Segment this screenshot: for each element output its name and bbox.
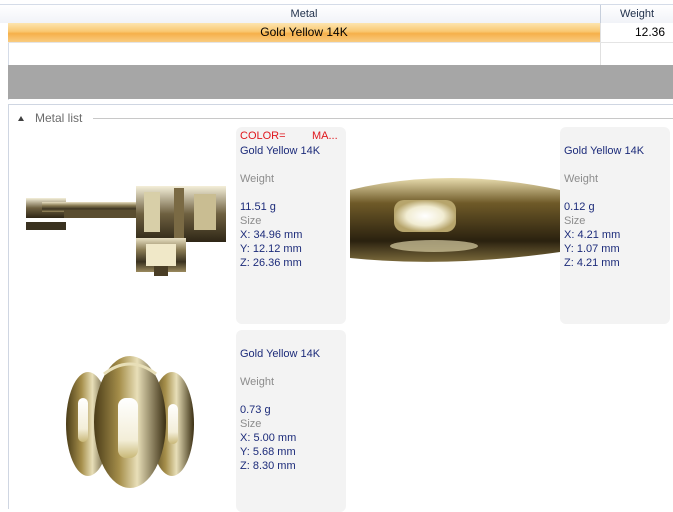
material-label: MA... [312, 130, 338, 142]
weight-label: Weight [240, 173, 275, 185]
weight-value: 0.12 g [564, 201, 595, 213]
size-y: Y: 5.68 mm [240, 446, 296, 458]
weight-value: 0.73 g [240, 404, 271, 416]
cell-weight[interactable]: 12.36 [601, 23, 673, 42]
cell-metal[interactable]: Gold Yellow 14K [8, 23, 601, 42]
color-label: COLOR= [240, 130, 286, 142]
weight-value: 11.51 g [240, 201, 276, 213]
mechanical-clasp-part-image[interactable] [24, 182, 238, 278]
gold-bead-image[interactable] [60, 352, 200, 496]
column-header-weight[interactable]: Weight [601, 5, 673, 23]
gold-band-segment-image[interactable] [348, 168, 562, 264]
section-divider [93, 118, 673, 119]
metal-card-info[interactable]: Gold Yellow 14K Weight 0.12 g Size X: 4.… [560, 127, 670, 324]
weight-label: Weight [240, 376, 275, 388]
grid-header: Metal Weight [0, 4, 673, 24]
metal-card-info[interactable]: COLOR= MA... Gold Yellow 14K Weight 11.5… [236, 127, 346, 324]
section-header[interactable]: Metal list [9, 111, 673, 125]
size-label: Size [240, 418, 262, 430]
size-label: Size [240, 215, 262, 227]
column-separator [600, 43, 601, 65]
metal-name: Gold Yellow 14K [240, 145, 321, 157]
metal-grid: Metal Weight Gold Yellow 14K 12.36 [0, 0, 673, 100]
size-y: Y: 12.12 mm [240, 243, 302, 255]
weight-label: Weight [564, 173, 599, 185]
table-row[interactable]: Gold Yellow 14K 12.36 [8, 23, 673, 42]
metal-name: Gold Yellow 14K [564, 145, 645, 157]
new-row[interactable] [8, 42, 673, 65]
metal-name: Gold Yellow 14K [240, 348, 321, 360]
size-x: X: 34.96 mm [240, 229, 303, 241]
size-z: Z: 8.30 mm [240, 460, 296, 472]
column-header-metal[interactable]: Metal [8, 5, 601, 23]
size-x: X: 5.00 mm [240, 432, 297, 444]
size-x: X: 4.21 mm [564, 229, 621, 241]
size-z: Z: 26.36 mm [240, 257, 302, 269]
grid-empty-area [8, 65, 673, 99]
size-z: Z: 4.21 mm [564, 257, 620, 269]
section-title: Metal list [35, 111, 86, 125]
collapse-arrow-icon[interactable] [18, 116, 24, 121]
size-y: Y: 1.07 mm [564, 243, 620, 255]
metal-card-info[interactable]: Gold Yellow 14K Weight 0.73 g Size X: 5.… [236, 330, 346, 512]
size-label: Size [564, 215, 586, 227]
